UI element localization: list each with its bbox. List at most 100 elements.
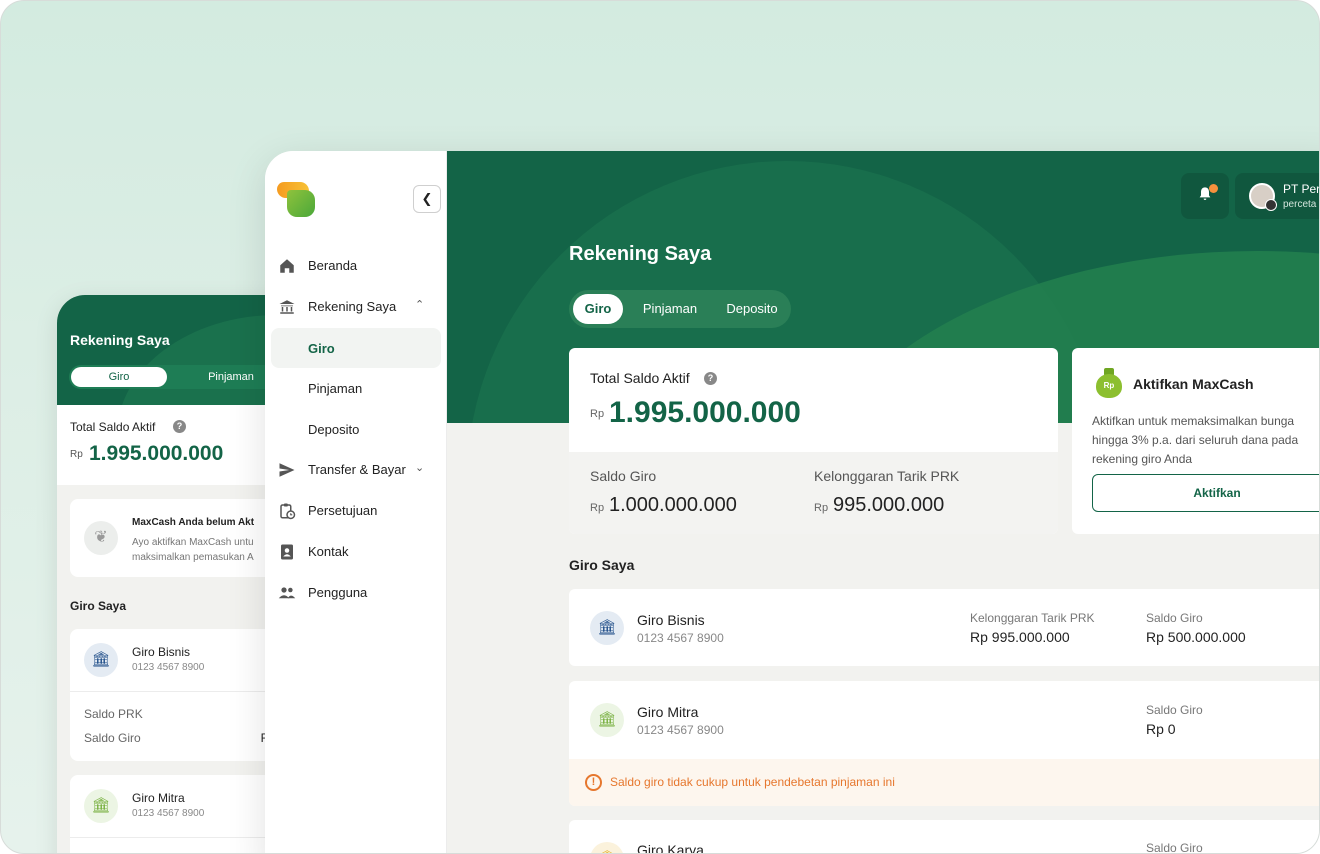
user-menu[interactable]: PT Per perceta xyxy=(1235,173,1320,219)
help-icon[interactable]: ? xyxy=(704,372,717,385)
divider xyxy=(70,837,287,838)
account-tabs: Giro Pinjaman Deposito xyxy=(569,290,791,328)
money-bag-icon: Rp xyxy=(1096,368,1122,400)
aktifkan-button[interactable]: Aktifkan xyxy=(1092,474,1319,512)
sidebar-item-rekening-saya[interactable]: Rekening Saya ⌃ xyxy=(265,287,447,327)
sidebar-item-label: Persetujuan xyxy=(308,503,378,518)
mobile-maxcash-title: MaxCash Anda belum Akt xyxy=(132,517,255,528)
mobile-header: Rekening Saya Giro Pinjaman xyxy=(57,295,287,405)
sidebar-item-label: Rekening Saya xyxy=(308,299,397,314)
mobile-tab-giro[interactable]: Giro xyxy=(71,367,167,387)
account-number: 0123 4567 8900 xyxy=(637,631,724,645)
sidebar-subitem-label: Giro xyxy=(308,341,335,356)
account-name: Giro Karya xyxy=(637,842,704,854)
prk-amount: 995.000.000 xyxy=(833,494,945,516)
app-logo[interactable] xyxy=(277,182,317,218)
sidebar-item-transfer-bayar[interactable]: Transfer & Bayar ⌄ xyxy=(265,450,447,490)
account-card-giro-karya[interactable]: 🏛 Giro Karya Saldo Giro xyxy=(569,820,1319,854)
send-icon xyxy=(278,461,296,479)
total-saldo-label: Total Saldo Aktif xyxy=(590,370,690,386)
row-label: Saldo Giro xyxy=(84,731,141,745)
mobile-saldo-card: Total Saldo Aktif ? Rp 1.995.000.000 xyxy=(57,405,287,485)
user-name: PT Per xyxy=(1283,182,1320,196)
total-saldo-amount: 1.995.000.000 xyxy=(609,396,801,429)
saldo-giro-label: Saldo Giro xyxy=(1146,611,1203,625)
mobile-account-card[interactable]: 🏛 Giro Mitra 0123 4567 8900 xyxy=(70,775,287,853)
chevron-down-icon[interactable]: ⌄ xyxy=(415,461,424,474)
sidebar-item-label: Transfer & Bayar xyxy=(308,462,406,477)
bank-icon: 🏛 xyxy=(84,643,118,677)
saldo-giro-label: Saldo Giro xyxy=(1146,703,1203,717)
bank-icon: 🏛 xyxy=(590,842,624,853)
divider xyxy=(70,691,287,692)
notification-button[interactable] xyxy=(1181,173,1229,219)
sidebar-item-label: Kontak xyxy=(308,544,349,559)
user-subtitle: perceta xyxy=(1283,199,1317,210)
tab-deposito[interactable]: Deposito xyxy=(715,294,789,324)
desktop-app-mockup: ❮ Beranda Rekening Saya ⌃ Giro Pinjaman xyxy=(265,151,1320,854)
sidebar-subitem-label: Deposito xyxy=(308,422,360,437)
sidebar-item-beranda[interactable]: Beranda xyxy=(265,246,447,286)
sidebar-item-kontak[interactable]: Kontak xyxy=(265,532,447,572)
notification-dot xyxy=(1209,184,1218,193)
account-name: Giro Mitra xyxy=(132,791,185,805)
warning-banner: ! Saldo giro tidak cukup untuk pendebeta… xyxy=(569,759,1319,806)
mobile-maxcash-card[interactable]: ❦ MaxCash Anda belum Akt Ayo aktifkan Ma… xyxy=(70,499,287,577)
mobile-saldo-amount: 1.995.000.000 xyxy=(89,442,224,465)
avatar xyxy=(1249,183,1277,211)
home-icon xyxy=(278,257,296,275)
showcase-background: Rekening Saya Giro Pinjaman Total Saldo … xyxy=(0,0,1320,854)
account-number: 0123 4567 8900 xyxy=(132,662,205,673)
account-card-giro-mitra[interactable]: 🏛 Giro Mitra 0123 4567 8900 Saldo Giro R… xyxy=(569,681,1319,806)
sidebar-subitem-deposito[interactable]: Deposito xyxy=(271,409,441,449)
mobile-account-card[interactable]: 🏛 Giro Bisnis 0123 4567 8900 Saldo PRK R… xyxy=(70,629,287,761)
clipboard-icon xyxy=(278,502,296,520)
saldo-giro-label: Saldo Giro xyxy=(1146,841,1203,854)
users-icon xyxy=(278,584,296,602)
prk-label: Kelonggaran Tarik PRK xyxy=(814,468,960,484)
account-number: 0123 4567 8900 xyxy=(637,723,724,737)
bank-icon: 🏛 xyxy=(590,703,624,737)
row-label: Saldo PRK xyxy=(84,707,143,721)
sidebar-subitem-giro[interactable]: Giro xyxy=(271,328,441,368)
tab-giro[interactable]: Giro xyxy=(573,294,623,324)
currency-label: Rp xyxy=(590,502,605,514)
mobile-maxcash-desc: Ayo aktifkan MaxCash untu maksimalkan pe… xyxy=(132,537,254,563)
sidebar-subitem-label: Pinjaman xyxy=(308,381,363,396)
sidebar-collapse-button[interactable]: ❮ xyxy=(413,185,441,213)
saldo-breakdown: Saldo Giro Rp 1.000.000.000 Kelonggaran … xyxy=(569,452,1058,534)
mobile-page-title: Rekening Saya xyxy=(70,332,170,348)
saldo-giro-label: Saldo Giro xyxy=(590,468,657,484)
prk-value: Rp 995.000.000 xyxy=(970,629,1070,645)
section-title: Giro Saya xyxy=(569,557,635,573)
mobile-tabs: Giro Pinjaman xyxy=(69,365,287,389)
chevron-up-icon[interactable]: ⌃ xyxy=(415,298,424,311)
warning-text: Saldo giro tidak cukup untuk pendebetan … xyxy=(610,775,895,789)
tab-pinjaman[interactable]: Pinjaman xyxy=(633,294,707,324)
help-icon[interactable]: ? xyxy=(173,420,186,433)
bank-icon: 🏛 xyxy=(590,611,624,645)
saldo-giro-value: Rp 0 xyxy=(1146,721,1176,737)
chevron-left-icon: ❮ xyxy=(421,191,433,206)
account-number: 0123 4567 8900 xyxy=(132,808,205,819)
sidebar-item-pengguna[interactable]: Pengguna xyxy=(265,573,447,613)
maxcash-description: Aktifkan untuk memaksimalkan bunga hingg… xyxy=(1092,414,1299,466)
bank-icon: 🏛 xyxy=(84,789,118,823)
total-saldo-card: Total Saldo Aktif ? Rp 1.995.000.000 Sal… xyxy=(569,348,1058,534)
bank-icon xyxy=(278,298,296,316)
sidebar-item-label: Pengguna xyxy=(308,585,368,600)
page-title: Rekening Saya xyxy=(569,243,712,265)
mobile-app-mockup: Rekening Saya Giro Pinjaman Total Saldo … xyxy=(57,295,287,853)
sidebar-item-persetujuan[interactable]: Persetujuan xyxy=(265,491,447,531)
account-name: Giro Bisnis xyxy=(132,645,191,659)
sidebar-subitem-pinjaman[interactable]: Pinjaman xyxy=(271,368,441,408)
prk-label: Kelonggaran Tarik PRK xyxy=(970,611,1095,625)
currency-label: Rp xyxy=(814,502,829,514)
maxcash-title: Aktifkan MaxCash xyxy=(1133,376,1254,392)
maxcash-card: Rp Aktifkan MaxCash Aktifkan untuk memak… xyxy=(1072,348,1319,534)
currency-label: Rp xyxy=(70,449,83,460)
saldo-giro-value: Rp 500.000.000 xyxy=(1146,629,1246,645)
sidebar-item-label: Beranda xyxy=(308,258,358,273)
account-card-giro-bisnis[interactable]: 🏛 Giro Bisnis 0123 4567 8900 Kelonggaran… xyxy=(569,589,1319,666)
account-name: Giro Mitra xyxy=(637,704,699,720)
